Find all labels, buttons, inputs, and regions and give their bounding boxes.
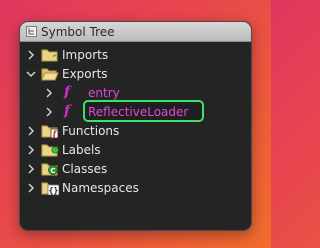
- tree-node-label: entry: [88, 86, 120, 100]
- window-title: Symbol Tree: [41, 25, 115, 39]
- class-icon: C: [41, 163, 58, 176]
- tree-node-label: Functions: [62, 124, 120, 138]
- function-icon: f: [63, 103, 71, 119]
- chevron-right-icon[interactable]: [25, 125, 37, 137]
- tree-node-reflectiveloader[interactable]: f ReflectiveLoader: [20, 103, 251, 122]
- tree-node-label: Classes: [62, 162, 108, 176]
- chevron-right-icon[interactable]: [25, 182, 37, 194]
- namespace-icon: {}: [41, 182, 59, 196]
- chevron-down-icon[interactable]: [25, 68, 37, 80]
- symbol-tree-window: Symbol Tree Imports Exports f entry f Re…: [19, 21, 252, 231]
- tree-node-label: Labels: [62, 143, 101, 157]
- folder-closed-icon: [41, 49, 58, 62]
- svg-text:C: C: [50, 167, 55, 175]
- chevron-right-icon[interactable]: [25, 163, 37, 175]
- tree-node-label: Exports: [62, 67, 108, 81]
- folder-closed-icon: f: [41, 125, 59, 139]
- chevron-right-icon[interactable]: [43, 87, 55, 99]
- chevron-right-icon[interactable]: [25, 49, 37, 61]
- chevron-right-icon[interactable]: [25, 144, 37, 156]
- label-icon: [41, 144, 59, 157]
- tree-node-namespaces[interactable]: {} Namespaces: [20, 179, 251, 198]
- folder-open-icon: [41, 68, 59, 81]
- title-bar[interactable]: Symbol Tree: [20, 22, 251, 42]
- chevron-right-icon[interactable]: [43, 106, 55, 118]
- tree-node-imports[interactable]: Imports: [20, 46, 251, 65]
- tree-node-labels[interactable]: Labels: [20, 141, 251, 160]
- tree-node-functions[interactable]: f Functions: [20, 122, 251, 141]
- tree-node-label: Imports: [62, 48, 109, 62]
- tree-node-label: ReflectiveLoader: [88, 105, 189, 119]
- tree-node-label: Namespaces: [62, 181, 139, 195]
- tree-node-exports[interactable]: Exports: [20, 65, 251, 84]
- tree-icon: [26, 26, 37, 37]
- svg-text:{}: {}: [49, 186, 59, 195]
- tree-node-classes[interactable]: C Classes: [20, 160, 251, 179]
- function-icon: f: [63, 84, 71, 100]
